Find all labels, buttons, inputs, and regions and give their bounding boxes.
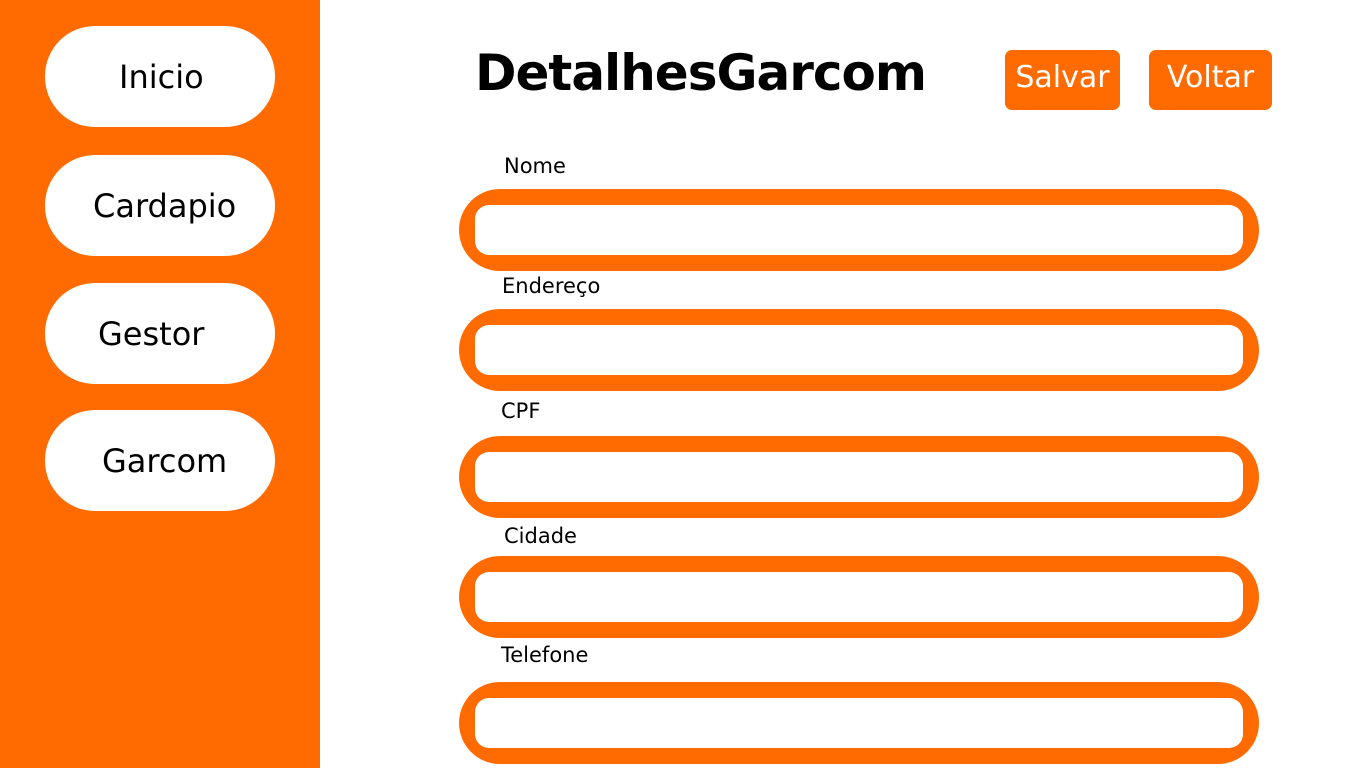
cidade-input[interactable] xyxy=(475,572,1243,622)
endereco-field-frame xyxy=(459,309,1259,391)
telefone-label: Telefone xyxy=(501,643,589,667)
sidebar-item-label: Cardapio xyxy=(93,186,237,225)
cpf-field-frame xyxy=(459,436,1259,518)
sidebar-item-cardapio[interactable]: Cardapio xyxy=(45,155,275,256)
telefone-field-frame xyxy=(459,682,1259,764)
nome-field-frame xyxy=(459,189,1259,271)
nome-label: Nome xyxy=(504,154,566,178)
page-title: DetalhesGarcom xyxy=(475,44,927,102)
cpf-input[interactable] xyxy=(475,452,1243,502)
sidebar-item-garcom[interactable]: Garcom xyxy=(45,410,275,511)
sidebar-item-label: Inicio xyxy=(119,57,204,96)
endereco-label: Endereço xyxy=(502,274,601,298)
sidebar-item-label: Garcom xyxy=(102,441,228,480)
save-button[interactable]: Salvar xyxy=(1005,50,1120,110)
save-button-label: Salvar xyxy=(1015,59,1110,95)
sidebar-item-label: Gestor xyxy=(98,314,205,353)
cpf-label: CPF xyxy=(501,399,541,423)
sidebar-item-inicio[interactable]: Inicio xyxy=(45,26,275,127)
nome-input[interactable] xyxy=(475,205,1243,255)
cidade-field-frame xyxy=(459,556,1259,638)
sidebar-item-gestor[interactable]: Gestor xyxy=(45,283,275,384)
cidade-label: Cidade xyxy=(504,524,577,548)
back-button-label: Voltar xyxy=(1166,59,1255,95)
telefone-input[interactable] xyxy=(475,698,1243,748)
back-button[interactable]: Voltar xyxy=(1149,50,1272,110)
endereco-input[interactable] xyxy=(475,325,1243,375)
sidebar: Inicio Cardapio Gestor Garcom xyxy=(0,0,320,768)
